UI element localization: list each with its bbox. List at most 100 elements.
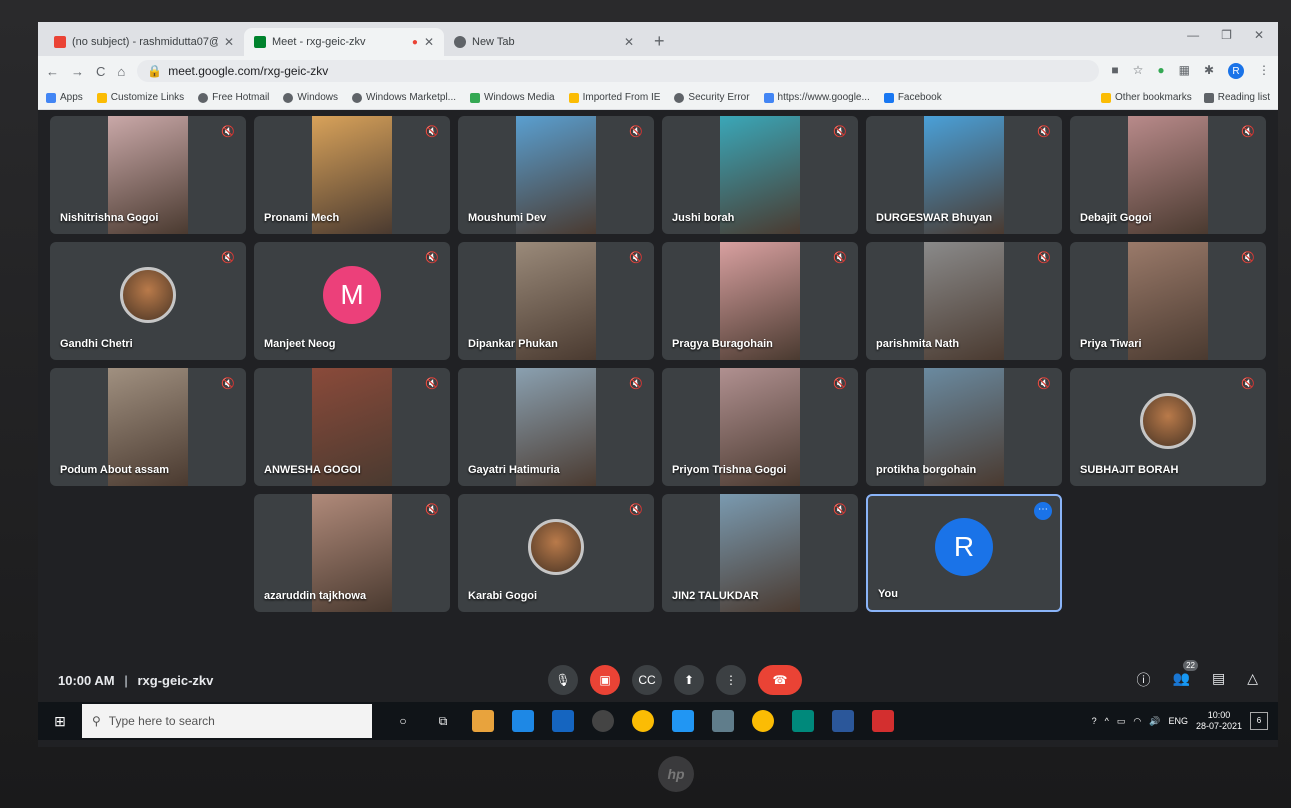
task-view-icon[interactable]: ⧉ <box>432 710 454 732</box>
camera-icon[interactable]: ■ <box>1111 63 1118 79</box>
taskbar-search[interactable]: ⚲ Type here to search <box>82 704 372 738</box>
search-placeholder: Type here to search <box>108 714 215 728</box>
new-tab-button[interactable]: + <box>644 31 675 56</box>
participant-tile[interactable]: DURGESWAR Bhuyan 🔇 <box>866 116 1062 234</box>
participant-tile[interactable]: parishmita Nath 🔇 <box>866 242 1062 360</box>
store-icon[interactable] <box>512 710 534 732</box>
battery-icon[interactable]: ▭ <box>1117 716 1126 727</box>
participant-tile[interactable]: Priya Tiwari 🔇 <box>1070 242 1266 360</box>
profile-avatar[interactable]: R <box>1228 63 1244 79</box>
puzzle-icon[interactable]: ✱ <box>1204 63 1214 79</box>
notifications-icon[interactable]: 6 <box>1250 712 1268 730</box>
captions-icon: CC <box>638 673 656 687</box>
file-explorer-icon[interactable] <box>472 710 494 732</box>
participant-tile[interactable]: Jushi borah 🔇 <box>662 116 858 234</box>
close-icon[interactable]: ✕ <box>224 35 234 49</box>
bookmark-item[interactable]: Customize Links <box>96 92 184 103</box>
browser-toolbar: ← → C ⌂ 🔒 meet.google.com/rxg-geic-zkv ■… <box>38 56 1278 86</box>
tab-new[interactable]: New Tab ✕ <box>444 28 644 56</box>
participant-tile[interactable]: Podum About assam 🔇 <box>50 368 246 486</box>
participant-tile[interactable]: Dipankar Phukan 🔇 <box>458 242 654 360</box>
bookmark-item[interactable]: https://www.google... <box>763 92 870 103</box>
chrome-icon[interactable] <box>632 710 654 732</box>
participant-tile[interactable]: Moushumi Dev 🔇 <box>458 116 654 234</box>
camera-off-icon: ▣ <box>599 673 611 687</box>
activities-icon[interactable]: △ <box>1247 670 1258 690</box>
participant-tile[interactable]: JIN2 TALUKDAR 🔇 <box>662 494 858 612</box>
windows-start-icon[interactable]: ⊞ <box>38 713 82 730</box>
participant-name: SUBHAJIT BORAH <box>1080 464 1179 476</box>
self-tile[interactable]: R You ⋯ <box>866 494 1062 612</box>
mail-icon[interactable] <box>552 710 574 732</box>
more-options-button[interactable]: ⋮ <box>716 665 746 695</box>
mic-muted-icon: 🔇 <box>833 252 847 264</box>
participant-tile[interactable]: Pronami Mech 🔇 <box>254 116 450 234</box>
bookmark-item[interactable]: Windows <box>283 92 338 103</box>
chrome-profile-icon[interactable] <box>792 710 814 732</box>
tab-meet[interactable]: Meet - rxg-geic-zkv ● ✕ <box>244 28 444 56</box>
bookmark-item[interactable]: Free Hotmail <box>198 92 269 103</box>
volume-icon[interactable]: 🔊 <box>1149 716 1160 727</box>
participant-name: Dipankar Phukan <box>468 338 558 350</box>
reading-list[interactable]: Reading list <box>1203 92 1270 103</box>
close-window-icon[interactable]: ✕ <box>1254 28 1264 42</box>
language[interactable]: ENG <box>1168 716 1188 726</box>
tab-gmail[interactable]: (no subject) - rashmidutta07@g ✕ <box>44 28 244 56</box>
chat-icon[interactable]: ▤ <box>1212 670 1225 690</box>
participant-tile[interactable]: Karabi Gogoi 🔇 <box>458 494 654 612</box>
participant-tile[interactable]: protikha borgohain 🔇 <box>866 368 1062 486</box>
captions-button[interactable]: CC <box>632 665 662 695</box>
reading-list-icon <box>1203 92 1214 103</box>
bookmark-item[interactable]: Facebook <box>883 92 942 103</box>
microphone-button[interactable]: 🎙 <box>548 665 578 695</box>
close-icon[interactable]: ✕ <box>624 35 634 49</box>
word-icon[interactable] <box>832 710 854 732</box>
wifi-icon[interactable]: ◠ <box>1133 716 1141 727</box>
participant-tile[interactable]: Gayatri Hatimuria 🔇 <box>458 368 654 486</box>
close-icon[interactable]: ✕ <box>424 35 434 49</box>
clock[interactable]: 10:00 28-07-2021 <box>1196 710 1242 732</box>
bookmark-item[interactable]: Windows Media <box>470 92 555 103</box>
cortana-icon[interactable]: ○ <box>392 710 414 732</box>
forward-icon[interactable]: → <box>71 64 84 79</box>
participant-tile[interactable]: Gandhi Chetri 🔇 <box>50 242 246 360</box>
bookmark-item[interactable]: Imported From IE <box>568 92 660 103</box>
app-icon[interactable] <box>672 710 694 732</box>
media-icon[interactable] <box>592 710 614 732</box>
bookmark-item[interactable]: Windows Marketpl... <box>351 92 456 103</box>
minimize-icon[interactable]: — <box>1187 28 1199 42</box>
star-icon[interactable]: ☆ <box>1133 63 1144 79</box>
back-icon[interactable]: ← <box>46 64 59 79</box>
participant-tile[interactable]: SUBHAJIT BORAH 🔇 <box>1070 368 1266 486</box>
participant-tile[interactable]: Nishitrishna Gogoi 🔇 <box>50 116 246 234</box>
participant-tile[interactable]: Pragya Buragohain 🔇 <box>662 242 858 360</box>
other-bookmarks[interactable]: Other bookmarks <box>1101 92 1192 103</box>
home-icon[interactable]: ⌂ <box>117 64 125 79</box>
participant-tile[interactable]: azaruddin tajkhowa 🔇 <box>254 494 450 612</box>
address-bar[interactable]: 🔒 meet.google.com/rxg-geic-zkv <box>137 60 1100 82</box>
menu-icon[interactable]: ⋮ <box>1258 63 1270 79</box>
bookmark-item[interactable]: Security Error <box>674 92 750 103</box>
participant-tile[interactable]: ANWESHA GOGOI 🔇 <box>254 368 450 486</box>
people-button[interactable]: 👥 22 <box>1173 660 1198 690</box>
bookmark-apps[interactable]: Apps <box>46 92 83 103</box>
participant-name: You <box>878 588 898 600</box>
help-icon[interactable]: ? <box>1092 716 1097 726</box>
more-options-icon[interactable]: ⋯ <box>1034 502 1052 520</box>
chrome-icon[interactable] <box>752 710 774 732</box>
extension-icon[interactable]: ● <box>1157 63 1164 79</box>
pdf-icon[interactable] <box>872 710 894 732</box>
chevron-up-icon[interactable]: ^ <box>1105 716 1109 726</box>
leave-call-button[interactable]: ☎ <box>758 665 802 695</box>
maximize-icon[interactable]: ❐ <box>1221 28 1232 42</box>
mic-muted-icon: 🔇 <box>833 126 847 138</box>
reload-icon[interactable]: C <box>96 64 105 79</box>
extension-icon[interactable]: ▦ <box>1179 63 1190 79</box>
participant-tile[interactable]: Priyom Trishna Gogoi 🔇 <box>662 368 858 486</box>
app-icon[interactable] <box>712 710 734 732</box>
present-button[interactable]: ⬆ <box>674 665 704 695</box>
info-icon[interactable]: ⓘ <box>1137 670 1151 690</box>
camera-off-button[interactable]: ▣ <box>590 665 620 695</box>
participant-tile[interactable]: M Manjeet Neog 🔇 <box>254 242 450 360</box>
participant-tile[interactable]: Debajit Gogoi 🔇 <box>1070 116 1266 234</box>
